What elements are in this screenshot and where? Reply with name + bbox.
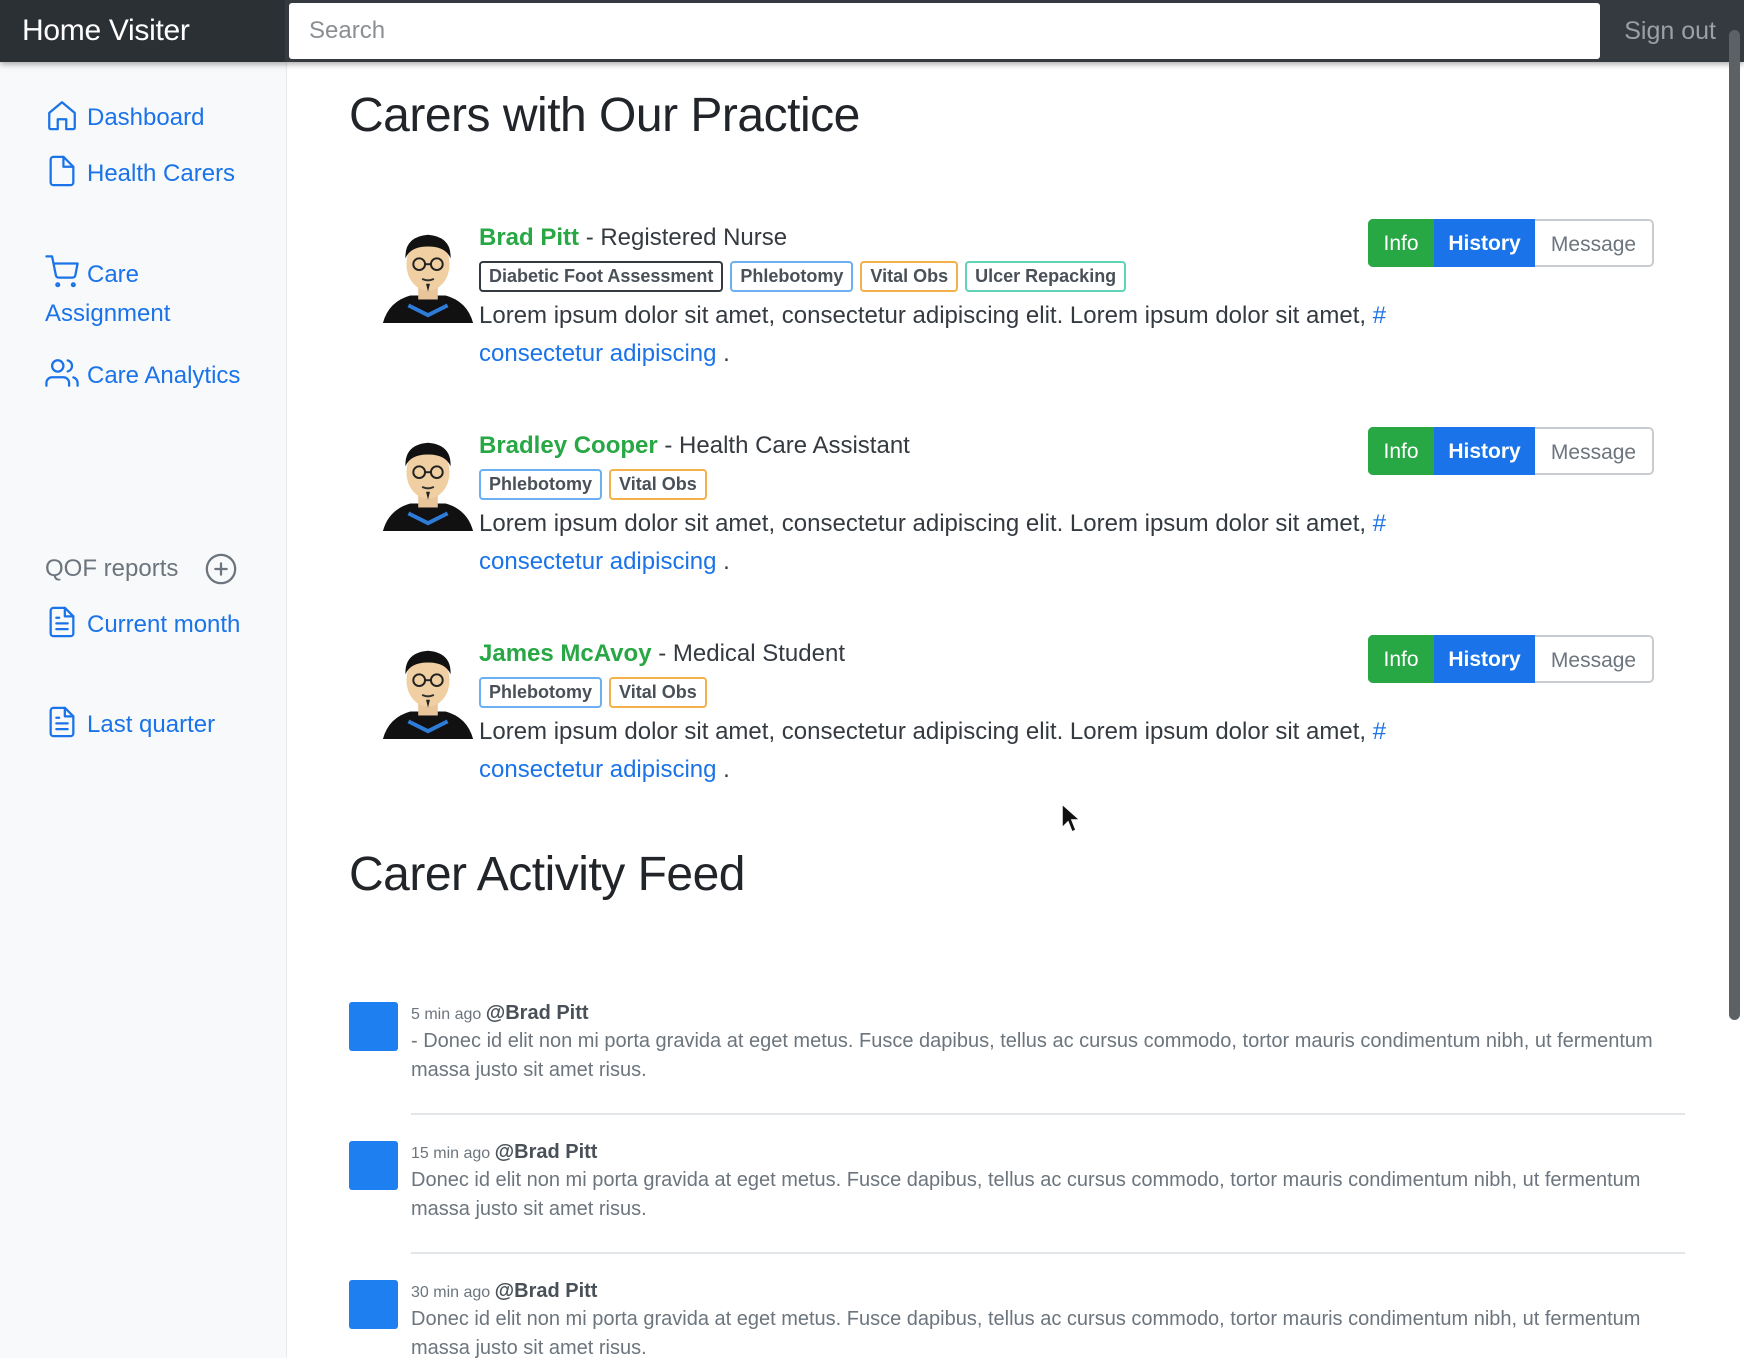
home-icon xyxy=(48,101,76,131)
info-button[interactable]: Info xyxy=(1368,219,1434,267)
history-button[interactable]: History xyxy=(1434,635,1535,683)
carer-name-link[interactable]: Brad Pitt xyxy=(479,224,579,251)
carer-action-buttons: Info History Message xyxy=(1368,427,1654,475)
qof-reports-label: QOF reports xyxy=(45,555,179,582)
tag-badge: Phlebotomy xyxy=(730,261,854,292)
carer-role: - Medical Student xyxy=(658,640,845,667)
tag-badge: Vital Obs xyxy=(609,677,707,708)
sidebar-item-label: Last quarter xyxy=(87,711,216,738)
feed-username[interactable]: @Brad Pitt xyxy=(486,1002,589,1024)
feed-timestamp: 5 min ago xyxy=(411,1006,482,1023)
carer-card: Bradley Cooper - Health Care Assistant P… xyxy=(380,427,1660,577)
carer-role: - Health Care Assistant xyxy=(664,432,910,459)
message-button[interactable]: Message xyxy=(1535,427,1654,475)
sidebar-item-label: Care Analytics xyxy=(87,362,241,389)
shopping-cart-icon xyxy=(45,255,79,288)
carer-description: Lorem ipsum dolor sit amet, consectetur … xyxy=(479,505,1409,581)
carers-heading: Carers with Our Practice xyxy=(349,89,860,142)
carer-card: Brad Pitt - Registered Nurse Diabetic Fo… xyxy=(380,219,1660,369)
sidebar-item-current-month[interactable]: Current month xyxy=(45,605,260,644)
carer-card: James McAvoy - Medical Student Phlebotom… xyxy=(380,635,1660,785)
sidebar-item-label: Health Carers xyxy=(87,160,236,187)
top-navbar: Home Visiter Sign out xyxy=(0,0,1744,62)
description-text: Lorem ipsum dolor sit amet, consectetur … xyxy=(479,718,1367,745)
feed-message: - Donec id elit non mi porta gravida at … xyxy=(411,1030,1653,1081)
info-button[interactable]: Info xyxy=(1368,635,1434,683)
plus-circle-icon[interactable] xyxy=(204,552,238,586)
avatar xyxy=(382,234,474,323)
feed-message: Donec id elit non mi porta gravida at eg… xyxy=(411,1169,1641,1220)
feed-timestamp: 15 min ago xyxy=(411,1145,491,1162)
tag-list: Diabetic Foot Assessment Phlebotomy Vital … xyxy=(479,261,1133,292)
file-icon xyxy=(49,155,75,187)
tag-badge: Vital Obs xyxy=(609,469,707,500)
description-end: . xyxy=(716,340,730,367)
avatar xyxy=(382,442,474,531)
sign-out-link[interactable]: Sign out xyxy=(1624,0,1716,62)
qof-reports-heading: QOF reports xyxy=(45,549,255,589)
feed-divider xyxy=(411,1113,1685,1115)
feed-username[interactable]: @Brad Pitt xyxy=(495,1141,598,1163)
description-text: Lorem ipsum dolor sit amet, consectetur … xyxy=(479,510,1367,537)
sidebar-item-care-assignment[interactable]: Care Assignment xyxy=(45,255,260,333)
tag-badge: Phlebotomy xyxy=(479,469,603,500)
feed-divider xyxy=(411,1252,1685,1254)
feed-timestamp: 30 min ago xyxy=(411,1284,491,1301)
description-end: . xyxy=(716,548,730,575)
tag-badge: Vital Obs xyxy=(860,261,959,292)
feed-username[interactable]: @Brad Pitt xyxy=(495,1280,598,1302)
carer-action-buttons: Info History Message xyxy=(1368,219,1654,267)
info-button[interactable]: Info xyxy=(1368,427,1434,475)
feed-thumbnail xyxy=(349,1280,398,1329)
carer-role: - Registered Nurse xyxy=(585,224,788,251)
history-button[interactable]: History xyxy=(1434,219,1535,267)
sidebar-item-care-analytics[interactable]: Care Analytics xyxy=(45,356,260,395)
tag-badge: Phlebotomy xyxy=(479,677,603,708)
users-icon xyxy=(45,359,79,387)
tag-badge: Ulcer Repacking xyxy=(965,261,1127,292)
feed-thumbnail xyxy=(349,1002,398,1051)
avatar xyxy=(382,650,474,739)
sidebar-item-label: Current month xyxy=(87,611,241,638)
scrollbar-thumb[interactable] xyxy=(1729,30,1740,1020)
carer-description: Lorem ipsum dolor sit amet, consectetur … xyxy=(479,713,1409,789)
sidebar-item-dashboard[interactable]: Dashboard xyxy=(45,98,260,137)
file-text-icon xyxy=(49,606,75,638)
sidebar-item-last-quarter[interactable]: Last quarter xyxy=(45,705,260,744)
feed-thumbnail xyxy=(349,1141,398,1190)
mouse-cursor-icon xyxy=(1061,802,1082,834)
carer-name-link[interactable]: Bradley Cooper xyxy=(479,432,658,459)
sidebar-item-health-carers[interactable]: Health Carers xyxy=(45,154,260,193)
brand-logo[interactable]: Home Visiter xyxy=(0,0,285,62)
sidebar: Dashboard Health Carers Care Assignment … xyxy=(0,62,287,1358)
carer-description: Lorem ipsum dolor sit amet, consectetur … xyxy=(479,297,1409,373)
carer-name-link[interactable]: James McAvoy xyxy=(479,640,652,667)
tag-list: Phlebotomy Vital Obs xyxy=(479,469,714,500)
message-button[interactable]: Message xyxy=(1535,635,1654,683)
history-button[interactable]: History xyxy=(1434,427,1535,475)
activity-feed-heading: Carer Activity Feed xyxy=(349,848,745,901)
search-input[interactable] xyxy=(289,3,1600,59)
feed-message: Donec id elit non mi porta gravida at eg… xyxy=(411,1308,1641,1359)
tag-badge: Diabetic Foot Assessment xyxy=(479,261,724,292)
file-text-icon xyxy=(49,706,75,738)
message-button[interactable]: Message xyxy=(1535,219,1654,267)
description-end: . xyxy=(716,756,730,783)
carer-action-buttons: Info History Message xyxy=(1368,635,1654,683)
sidebar-item-label: Dashboard xyxy=(87,104,205,131)
tag-list: Phlebotomy Vital Obs xyxy=(479,677,714,708)
description-text: Lorem ipsum dolor sit amet, consectetur … xyxy=(479,302,1367,329)
